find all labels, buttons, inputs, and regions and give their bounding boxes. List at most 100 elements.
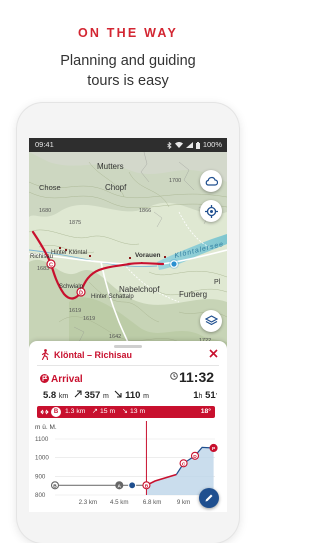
y-tick-label: 1000 bbox=[35, 455, 49, 462]
x-tick-label: 6.8 km bbox=[143, 499, 162, 506]
waypoint-label-c: C bbox=[49, 263, 53, 269]
status-time: 09:41 bbox=[35, 140, 54, 149]
map-label-nabelchopf: Nabelchopf bbox=[119, 285, 160, 294]
chart-y-unit: m ü. M. bbox=[35, 424, 57, 431]
spot-height: 1700 bbox=[169, 178, 181, 184]
elevation-chart[interactable]: m ü. M. 1100 1000 900 800 2.3 km 4.5 km 6.8 k… bbox=[29, 421, 227, 512]
chart-waypoint-label: C bbox=[182, 461, 186, 467]
spot-height: 1866 bbox=[139, 208, 151, 214]
x-tick-label: 2.3 km bbox=[79, 499, 98, 506]
segment-bar[interactable]: B 1.3 km ↗ 15 m ↘ 13 m 18° bbox=[37, 406, 215, 418]
elevation-area bbox=[146, 447, 214, 495]
chart-x-ticks: 2.3 km 4.5 km 6.8 km 9 km bbox=[79, 499, 191, 506]
status-icons: 100% bbox=[167, 138, 222, 152]
close-button[interactable] bbox=[209, 347, 218, 361]
descent-icon bbox=[115, 390, 123, 398]
distance-unit: km bbox=[58, 393, 69, 400]
walk-arrows-icon bbox=[40, 409, 49, 415]
close-icon bbox=[209, 349, 218, 358]
promo-subline-line2: tours is easy bbox=[87, 73, 169, 89]
segment-ascent: 15 m bbox=[100, 408, 116, 415]
ascent-value: 357 bbox=[84, 390, 101, 401]
waypoint-label-d: D bbox=[79, 291, 83, 297]
arrival-time: 11:32 bbox=[179, 369, 215, 385]
battery-icon bbox=[195, 141, 200, 149]
chart-waypoint-marker[interactable] bbox=[128, 481, 137, 490]
chart-waypoint-marker[interactable]: C bbox=[179, 459, 188, 468]
spot-height: 1619 bbox=[83, 316, 95, 322]
clock-icon bbox=[170, 372, 178, 380]
descent-value: 110 bbox=[125, 390, 141, 401]
segment-ascent-icon: ↗ bbox=[92, 408, 98, 415]
route-panel: Klöntal – Richisau Arrival 11:32 5.8 km … bbox=[29, 341, 227, 512]
ascent-icon bbox=[74, 390, 82, 398]
segment-descent-icon: ↘ bbox=[122, 408, 128, 415]
wifi-icon bbox=[174, 142, 183, 148]
map-label-richisau: Richisau bbox=[30, 254, 53, 260]
duration-hours-unit: h bbox=[198, 393, 203, 400]
map-layers-button[interactable] bbox=[200, 310, 222, 332]
chart-waypoint-marker[interactable]: B bbox=[142, 481, 151, 490]
x-tick-label: 4.5 km bbox=[110, 499, 129, 506]
chart-waypoint-label: D bbox=[193, 454, 197, 460]
map-label-vorauen: Vorauen bbox=[135, 252, 161, 259]
crosshair-icon bbox=[204, 204, 218, 218]
signal-icon bbox=[185, 142, 193, 148]
layers-icon bbox=[204, 315, 218, 326]
segment-descent: 13 m bbox=[130, 408, 146, 415]
app-screen: 09:41 100% C D Mutters Chose Chopf Vorau… bbox=[29, 138, 227, 512]
hiker-icon bbox=[41, 349, 49, 360]
arrival-flag-icon bbox=[40, 374, 49, 383]
x-tick-label: 9 km bbox=[177, 499, 190, 506]
spot-height: 1642 bbox=[109, 334, 121, 340]
drag-handle[interactable] bbox=[114, 345, 142, 348]
promo-subline: Planning and guiding tours is easy bbox=[0, 51, 256, 91]
chart-waypoint-marker[interactable]: A bbox=[115, 481, 124, 490]
spot-height: 1680 bbox=[39, 208, 51, 214]
divider bbox=[37, 365, 219, 366]
segment-distance: 1.3 km bbox=[65, 408, 86, 415]
y-tick-label: 1100 bbox=[35, 436, 49, 443]
segment-temperature: 18° bbox=[200, 408, 211, 415]
promo-subline-line1: Planning and guiding bbox=[60, 53, 196, 69]
map-label-schwialp: Schwialp bbox=[59, 284, 84, 290]
distance-value: 5.8 bbox=[43, 390, 57, 401]
spot-height: 1619 bbox=[69, 308, 81, 314]
map-label-furberg: Furberg bbox=[179, 290, 207, 299]
duration-minutes: 51 bbox=[205, 390, 216, 401]
map-label-mutterschwand: Mutters bbox=[97, 162, 124, 171]
ascent-unit: m bbox=[102, 393, 109, 400]
battery-percent: 100% bbox=[202, 140, 222, 149]
bluetooth-icon bbox=[167, 141, 172, 149]
route-stats: 5.8 km 357 m 110 m bbox=[43, 390, 149, 401]
descent-unit: m bbox=[143, 393, 149, 400]
route-duration: 1h 51' bbox=[193, 390, 217, 401]
y-tick-label: 900 bbox=[35, 473, 46, 480]
y-tick-label: 800 bbox=[35, 492, 46, 499]
map-label-chose: Chose bbox=[39, 183, 61, 192]
pencil-icon bbox=[205, 494, 213, 502]
segment-marker: B bbox=[51, 407, 61, 417]
map-label-hinter-schattalp: Hinter Schattalp bbox=[91, 294, 134, 300]
cloud-icon bbox=[205, 176, 218, 186]
topographic-map[interactable]: C D Mutters Chose Chopf Vorauen Klöntale… bbox=[29, 152, 227, 354]
map-label-pl: Pl bbox=[214, 279, 221, 286]
locate-button[interactable] bbox=[200, 200, 222, 222]
promo-heading: ON THE WAY bbox=[77, 26, 179, 40]
spot-height: 1683 bbox=[37, 266, 49, 272]
chart-waypoint-label: A bbox=[118, 483, 122, 489]
chart-waypoint-marker[interactable]: P bbox=[209, 443, 218, 453]
chart-waypoint-marker[interactable]: B bbox=[50, 481, 60, 490]
edit-route-button[interactable] bbox=[199, 488, 219, 508]
map-label-chopf: Chopf bbox=[105, 183, 127, 192]
weather-button[interactable] bbox=[200, 170, 222, 192]
arrival-label: Arrival bbox=[51, 374, 83, 385]
chart-waypoint-label: B bbox=[53, 483, 57, 489]
spot-height: 1875 bbox=[69, 220, 81, 226]
route-title: Klöntal – Richisau bbox=[54, 350, 133, 360]
duration-minutes-unit: ' bbox=[215, 393, 217, 400]
chart-waypoint-label: B bbox=[145, 483, 149, 489]
chart-y-ticks: 1100 1000 900 800 bbox=[35, 436, 49, 499]
chart-waypoint-marker[interactable]: D bbox=[190, 451, 200, 460]
status-bar: 09:41 100% bbox=[29, 138, 227, 152]
